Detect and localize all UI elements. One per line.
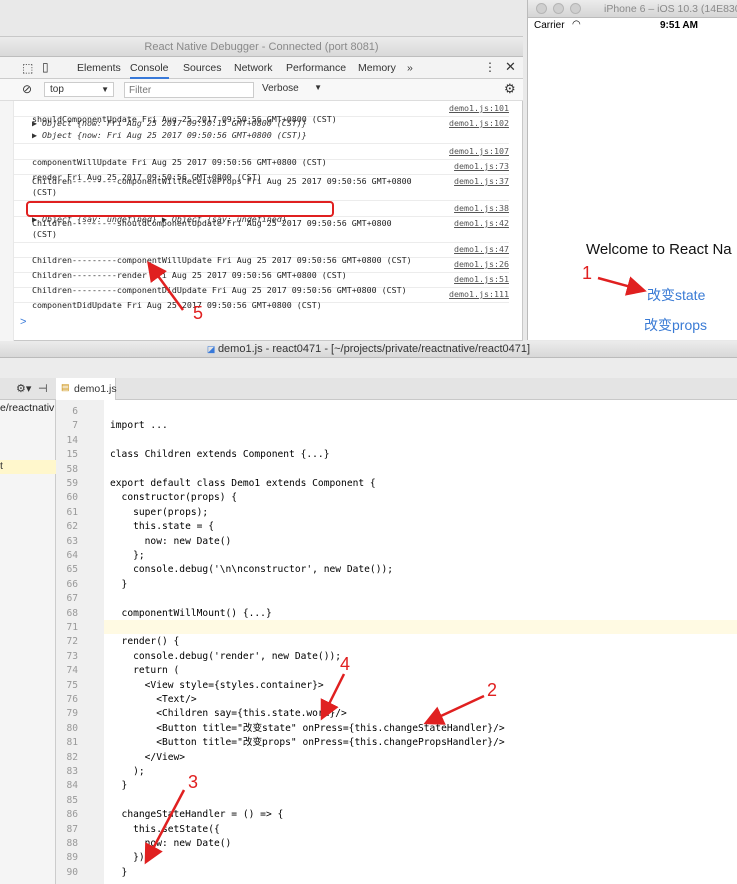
- arrow-4: [320, 673, 346, 721]
- arrow-5: [147, 260, 185, 311]
- arrow-2: [423, 694, 485, 725]
- annotation-arrows: [144, 260, 647, 865]
- arrow-3: [144, 789, 186, 865]
- arrow-1: [597, 276, 647, 296]
